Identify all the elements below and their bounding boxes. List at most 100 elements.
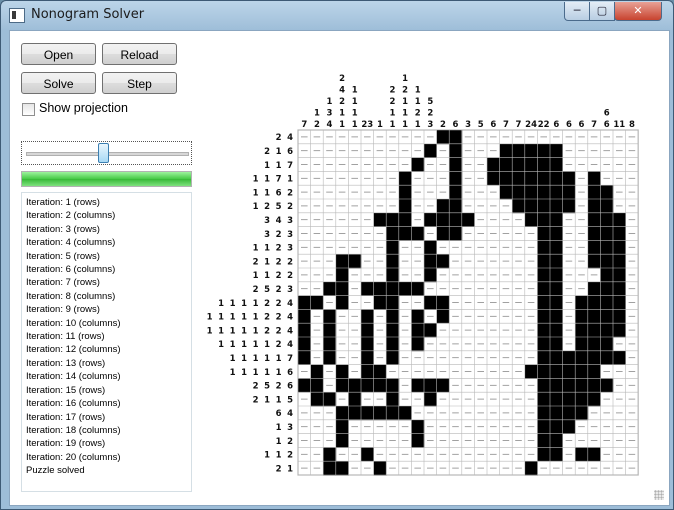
filled-cell [524, 212, 538, 227]
filled-cell [323, 281, 337, 296]
row-clue: 1 [241, 354, 247, 364]
filled-cell [587, 447, 601, 462]
row-clue: 1 [253, 175, 259, 185]
column-clue: 3 [327, 109, 333, 119]
row-clue: 1 [207, 326, 213, 336]
row-clue: 1 [264, 395, 270, 405]
column-clue: 7 [301, 120, 307, 130]
filled-cell [550, 323, 563, 338]
filled-cell [550, 392, 563, 407]
filled-cell [411, 419, 425, 434]
column-clue: 1 [352, 109, 358, 119]
filled-cell [310, 364, 324, 379]
row-clue: 6 [287, 147, 293, 157]
filled-cell [424, 212, 437, 227]
column-clue: 1 [402, 74, 408, 84]
filled-cell [537, 323, 551, 338]
row-clue: 4 [287, 326, 293, 336]
filled-cell [386, 392, 400, 407]
filled-cell [550, 337, 563, 352]
filled-cell [550, 226, 563, 241]
filled-cell [373, 295, 387, 310]
filled-cell [524, 364, 538, 379]
filled-cell [335, 364, 349, 379]
row-clue: 2 [287, 257, 293, 267]
filled-cell [524, 143, 538, 158]
filled-cell [411, 281, 425, 296]
filled-cell [562, 199, 576, 214]
filled-cell [361, 323, 374, 338]
filled-cell [587, 226, 601, 241]
row-clue: 1 [253, 299, 259, 309]
filled-cell [487, 157, 500, 172]
filled-cell [436, 226, 450, 241]
row-clue: 1 [230, 313, 236, 323]
filled-cell [537, 378, 551, 393]
filled-cell [386, 337, 400, 352]
filled-cell [335, 461, 349, 476]
filled-cell [310, 392, 324, 407]
column-clue: 22 [538, 120, 550, 130]
row-clue: 3 [264, 230, 270, 240]
filled-cell [524, 199, 538, 214]
row-clue: 1 [253, 340, 259, 350]
filled-cell [436, 199, 450, 214]
column-clue: 2 [339, 97, 345, 107]
filled-cell [386, 309, 400, 324]
column-clue: 1 [352, 97, 358, 107]
row-clue: 2 [276, 271, 282, 281]
filled-cell [436, 130, 450, 145]
filled-cell [348, 254, 362, 269]
filled-cell [600, 268, 614, 283]
filled-cell [613, 212, 626, 227]
filled-cell [587, 309, 601, 324]
filled-cell [373, 461, 387, 476]
row-clue: 1 [253, 202, 259, 212]
row-clue: 1 [253, 326, 259, 336]
filled-cell [587, 171, 601, 186]
filled-cell [512, 199, 526, 214]
filled-cell [537, 281, 551, 296]
filled-cell [335, 433, 349, 448]
column-clue: 1 [390, 109, 396, 119]
filled-cell [537, 447, 551, 462]
row-clue: 1 [264, 244, 270, 254]
filled-cell [537, 392, 551, 407]
row-clue: 2 [276, 257, 282, 267]
filled-cell [436, 295, 450, 310]
filled-cell [537, 254, 551, 269]
row-clue: 2 [253, 395, 259, 405]
filled-cell [562, 364, 576, 379]
row-clue: 2 [287, 202, 293, 212]
filled-cell [613, 226, 626, 241]
filled-cell [587, 199, 601, 214]
filled-cell [323, 323, 337, 338]
row-clue: 1 [218, 299, 224, 309]
column-clue: 24 [525, 120, 537, 130]
filled-cell [600, 212, 614, 227]
filled-cell [436, 309, 450, 324]
row-clue: 2 [276, 133, 282, 143]
row-clue: 5 [287, 395, 293, 405]
filled-cell [550, 378, 563, 393]
row-clue: 2 [264, 147, 270, 157]
filled-cell [575, 406, 589, 421]
column-clue: 7 [591, 120, 597, 130]
column-clue: 1 [314, 109, 320, 119]
row-clue: 5 [264, 285, 270, 295]
filled-cell [386, 295, 400, 310]
row-clue: 7 [276, 175, 282, 185]
filled-cell [600, 295, 614, 310]
filled-cell [386, 378, 400, 393]
filled-cell [386, 212, 400, 227]
row-clue: 1 [276, 368, 282, 378]
filled-cell [524, 157, 538, 172]
filled-cell [575, 364, 589, 379]
filled-cell [550, 433, 563, 448]
filled-cell [600, 350, 614, 365]
column-clue: 2 [314, 120, 320, 130]
filled-cell [550, 295, 563, 310]
column-clue: 2 [390, 97, 396, 107]
filled-cell [537, 268, 551, 283]
filled-cell [524, 171, 538, 186]
